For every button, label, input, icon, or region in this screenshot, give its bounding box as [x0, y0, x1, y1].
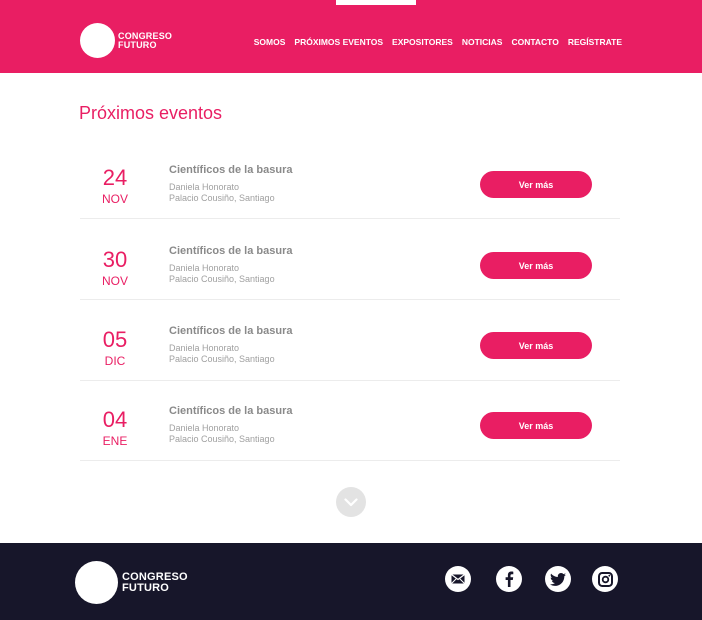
nav-item-proximos-eventos[interactable]: PRÓXIMOS EVENTOS — [294, 37, 383, 47]
nav-item-noticias[interactable]: NOTICIAS — [462, 37, 503, 47]
event-place: Palacio Cousiño, Santiago — [169, 354, 275, 364]
twitter-icon — [550, 572, 566, 586]
logo-text: CONGRESO FUTURO — [122, 570, 188, 594]
event-date: 30 NOV — [80, 247, 150, 289]
event-month: ENE — [102, 434, 128, 448]
load-more-button[interactable] — [336, 487, 366, 517]
event-item: 30 NOV Científicos de la basura Daniela … — [80, 220, 620, 300]
mail-icon — [451, 574, 465, 584]
event-info: Científicos de la basura Daniela Honorat… — [169, 245, 292, 285]
logo-circle-icon — [75, 561, 118, 604]
nav-item-contacto[interactable]: CONTACTO — [511, 37, 558, 47]
event-item: 05 DIC Científicos de la basura Daniela … — [80, 301, 620, 381]
active-indicator — [336, 0, 416, 5]
ver-mas-button[interactable]: Ver más — [480, 332, 592, 359]
event-month: NOV — [101, 192, 128, 206]
chevron-down-icon — [344, 497, 358, 506]
event-title[interactable]: Científicos de la basura — [169, 245, 292, 257]
event-title[interactable]: Científicos de la basura — [169, 164, 292, 176]
logo-line-2: FUTURO — [118, 39, 157, 50]
page-title: Próximos eventos — [79, 103, 223, 123]
nav-item-registrate[interactable]: REGÍSTRATE — [568, 37, 622, 47]
event-speaker: Daniela Honorato — [169, 343, 240, 353]
footer-logo[interactable]: CONGRESO FUTURO — [75, 561, 188, 604]
instagram-link[interactable] — [592, 566, 618, 592]
event-item: 24 NOV Científicos de la basura Daniela … — [80, 139, 620, 219]
logo-line-1: CONGRESO — [122, 570, 188, 583]
event-info: Científicos de la basura Daniela Honorat… — [169, 325, 292, 365]
event-month: NOV — [101, 274, 128, 288]
nav-item-somos[interactable]: SOMOS — [254, 37, 286, 47]
site-header: CONGRESO FUTURO SOMOS PRÓXIMOS EVENTOS E… — [0, 0, 702, 73]
ver-mas-button[interactable]: Ver más — [480, 412, 592, 439]
site-footer: CONGRESO FUTURO — [0, 543, 702, 620]
event-day: 24 — [102, 165, 128, 190]
event-speaker: Daniela Honorato — [169, 423, 240, 433]
event-day: 30 — [102, 247, 128, 272]
logo-circle-icon — [80, 23, 115, 58]
event-title[interactable]: Científicos de la basura — [169, 405, 292, 417]
event-item: 04 ENE Científicos de la basura Daniela … — [80, 381, 620, 461]
event-place: Palacio Cousiño, Santiago — [169, 434, 275, 444]
event-info: Científicos de la basura Daniela Honorat… — [169, 164, 292, 204]
event-day: 04 — [102, 407, 128, 432]
instagram-icon — [597, 571, 613, 587]
event-speaker: Daniela Honorato — [169, 263, 240, 273]
event-speaker: Daniela Honorato — [169, 182, 240, 192]
event-date: 05 DIC — [80, 327, 150, 369]
twitter-link[interactable] — [545, 566, 571, 592]
ver-mas-button[interactable]: Ver más — [480, 171, 592, 198]
event-title[interactable]: Científicos de la basura — [169, 325, 292, 337]
event-date: 24 NOV — [80, 165, 150, 207]
mail-link[interactable] — [445, 566, 471, 592]
nav-item-expositores[interactable]: EXPOSITORES — [392, 37, 453, 47]
ver-mas-button[interactable]: Ver más — [480, 252, 592, 279]
event-day: 05 — [102, 327, 128, 352]
event-info: Científicos de la basura Daniela Honorat… — [169, 405, 292, 445]
event-place: Palacio Cousiño, Santiago — [169, 274, 275, 284]
event-place: Palacio Cousiño, Santiago — [169, 193, 275, 203]
logo-line-2: FUTURO — [122, 581, 170, 594]
facebook-icon — [505, 571, 514, 587]
event-date: 04 ENE — [80, 407, 150, 449]
header-logo[interactable]: CONGRESO FUTURO — [80, 23, 172, 58]
main-nav: SOMOS PRÓXIMOS EVENTOS EXPOSITORES NOTIC… — [254, 37, 622, 47]
logo-text: CONGRESO FUTURO — [118, 31, 172, 50]
facebook-link[interactable] — [496, 566, 522, 592]
event-month: DIC — [104, 354, 126, 368]
